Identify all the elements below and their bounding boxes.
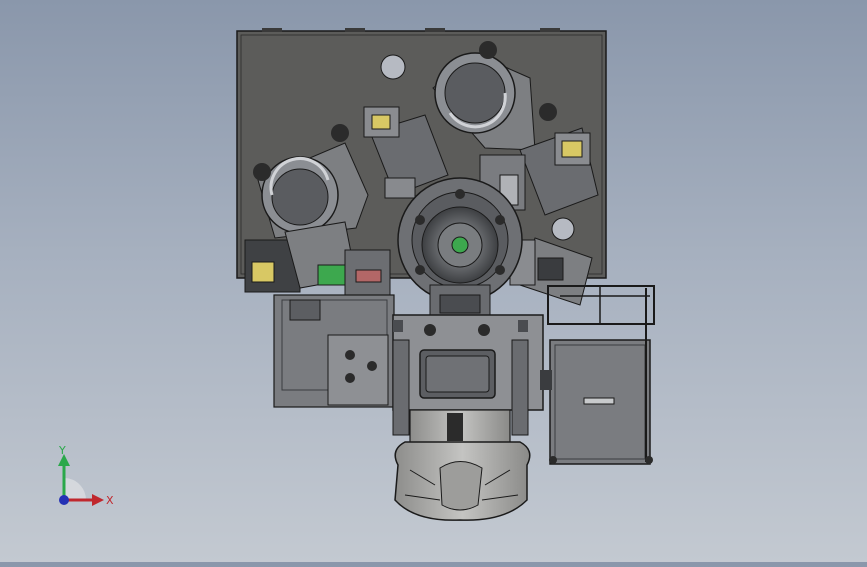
x-axis-label: X: [106, 494, 114, 507]
drive-motor: [394, 409, 531, 521]
z-axis-dot: [59, 495, 69, 505]
machine-assembly-drawing: [236, 28, 655, 521]
rotary-indexing-hub: [397, 177, 523, 321]
y-axis-label: Y: [58, 444, 66, 457]
right-side-frame: [547, 285, 655, 465]
lower-left-frame: [273, 294, 395, 408]
coordinate-triad: Y X: [52, 442, 122, 512]
x-axis-arrowhead: [92, 494, 104, 506]
cad-viewport[interactable]: Y X: [0, 0, 867, 562]
